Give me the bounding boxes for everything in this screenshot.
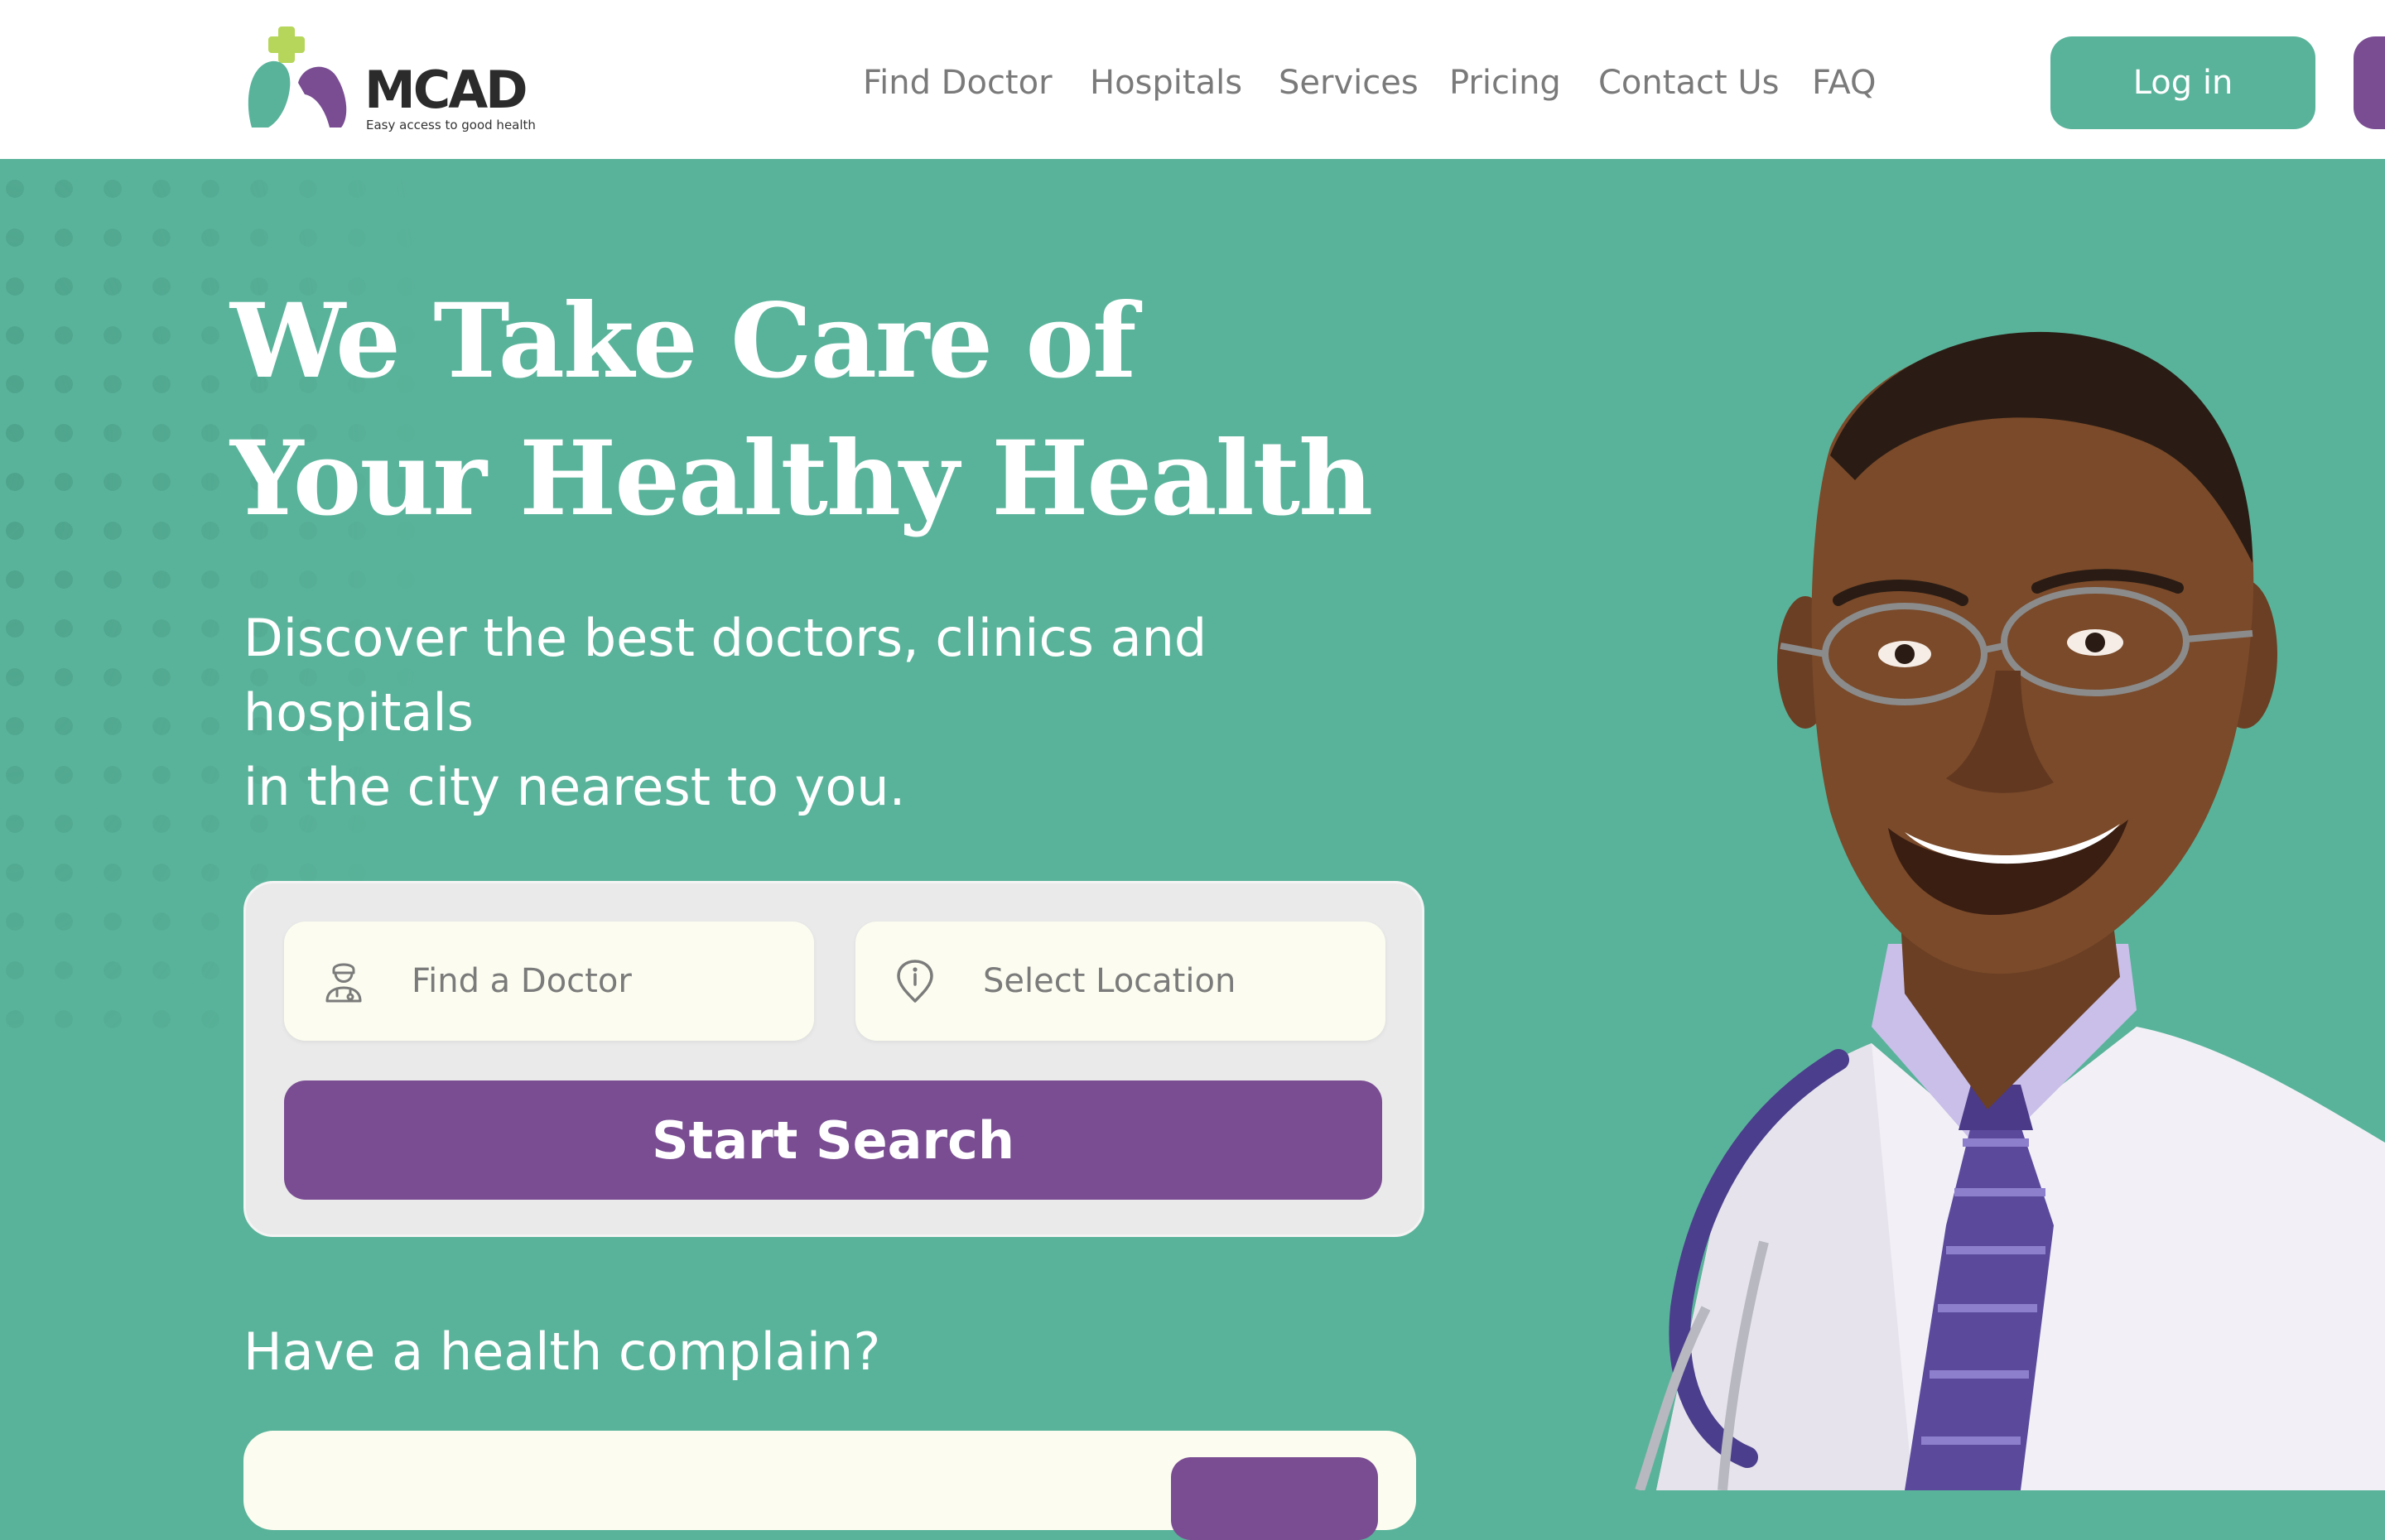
doctor-icon [325, 963, 362, 1003]
nav-hospitals[interactable]: Hospitals [1090, 58, 1242, 108]
hero-subtitle-line-1: Discover the best doctors, clinics and h… [243, 608, 1207, 743]
hero-subtitle-line-2: in the city nearest to you. [243, 757, 906, 817]
hero-title-line-1: We Take Care of [230, 282, 1136, 402]
search-card: Find a Doctor Select Location Start Sear… [243, 881, 1424, 1237]
start-search-button[interactable]: Start Search [284, 1080, 1382, 1200]
doctor-photo [1635, 331, 2385, 1490]
complaint-submit-button[interactable] [1171, 1457, 1378, 1540]
hero-subtitle: Discover the best doctors, clinics and h… [243, 601, 1444, 825]
nav-pricing[interactable]: Pricing [1449, 58, 1561, 108]
signup-button[interactable] [2354, 36, 2385, 129]
logo-wordmark: MCAD [364, 60, 528, 120]
nav-faq[interactable]: FAQ [1812, 58, 1876, 108]
complaint-input[interactable] [243, 1431, 1416, 1540]
find-doctor-placeholder: Find a Doctor [412, 962, 632, 1000]
location-pin-icon [897, 960, 933, 1003]
nav-find-doctor[interactable]: Find Doctor [863, 58, 1053, 108]
login-button[interactable]: Log in [2050, 36, 2315, 129]
select-location-placeholder: Select Location [983, 962, 1236, 1000]
hero-title: We Take Care of Your Healthy Health [230, 273, 1373, 548]
hero-title-line-2: Your Healthy Health [230, 419, 1373, 539]
top-navbar: MCAD Easy access to good health Find Doc… [0, 0, 2385, 159]
find-doctor-input[interactable]: Find a Doctor [284, 922, 814, 1041]
logo-mark-icon [248, 26, 347, 128]
complaint-label: Have a health complain? [243, 1321, 881, 1382]
nav-services[interactable]: Services [1279, 58, 1419, 108]
brand-logo[interactable]: MCAD Easy access to good health [243, 25, 536, 136]
select-location-input[interactable]: Select Location [855, 922, 1385, 1041]
logo-tagline: Easy access to good health [366, 118, 536, 132]
nav-contact-us[interactable]: Contact Us [1598, 58, 1779, 108]
